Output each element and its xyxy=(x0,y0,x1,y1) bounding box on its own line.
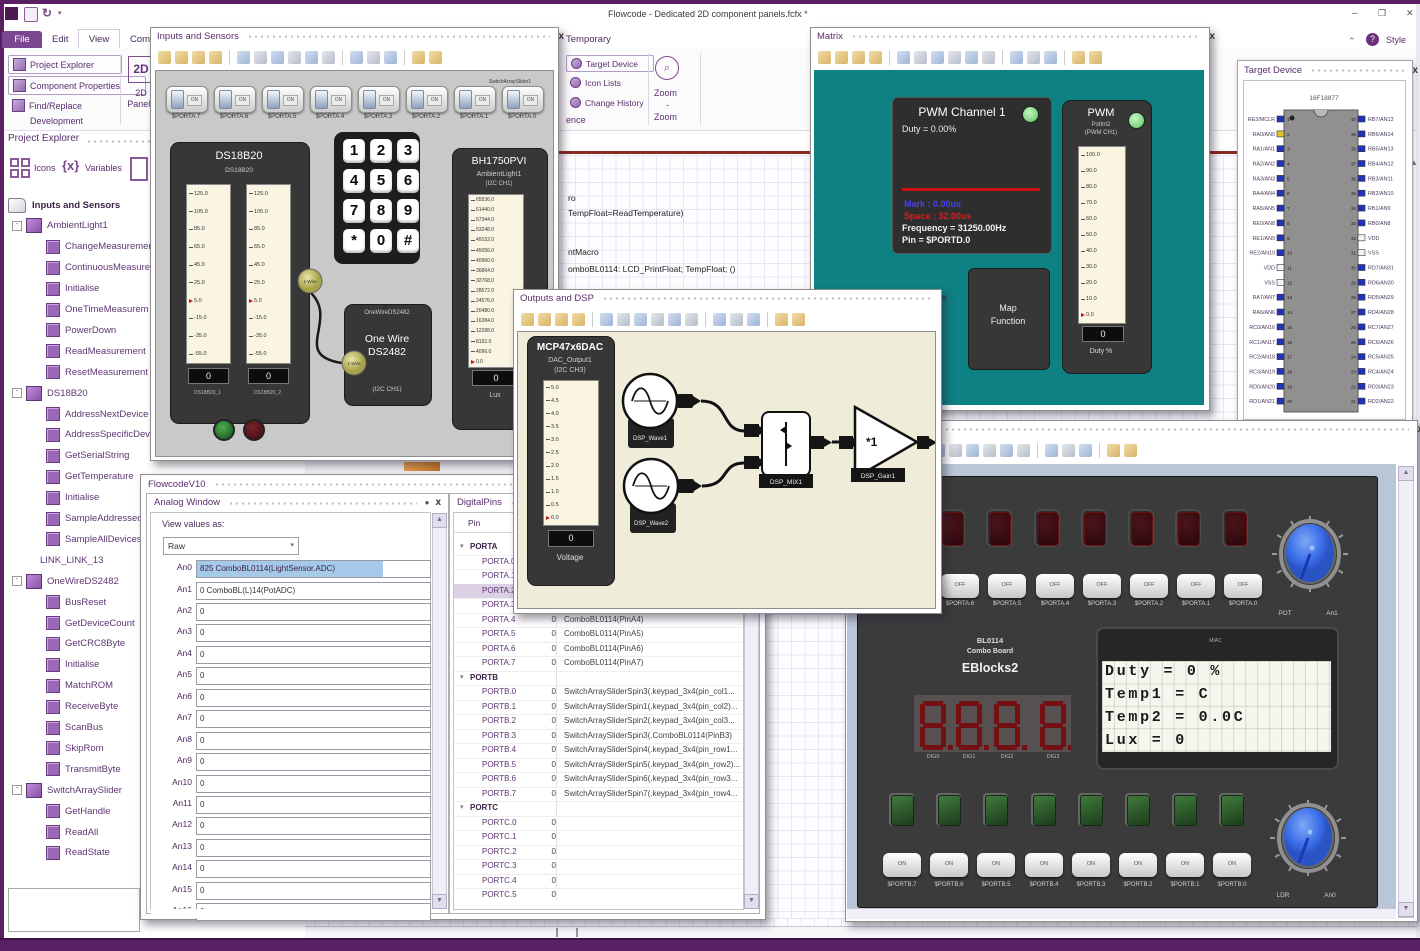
svg-text:35: 35 xyxy=(1351,191,1357,196)
svg-text:19: 19 xyxy=(1287,384,1293,389)
svg-text:RB6/AN14: RB6/AN14 xyxy=(1368,132,1393,138)
svg-text:VDD: VDD xyxy=(1368,236,1379,242)
svg-text:RA0/AN0: RA0/AN0 xyxy=(1253,132,1275,138)
svg-text:2: 2 xyxy=(1287,132,1290,137)
svg-text:23: 23 xyxy=(1351,369,1357,374)
svg-text:RD5/AN29: RD5/AN29 xyxy=(1368,295,1394,301)
svg-text:28: 28 xyxy=(1351,295,1357,300)
svg-text:RB3/AN11: RB3/AN11 xyxy=(1368,176,1393,182)
svg-text:16F18877: 16F18877 xyxy=(1309,95,1339,102)
svg-text:RD1/AN21: RD1/AN21 xyxy=(1249,399,1275,405)
svg-text:RB7/AN13: RB7/AN13 xyxy=(1368,117,1393,123)
svg-text:RD0/AN20: RD0/AN20 xyxy=(1249,384,1275,390)
svg-text:1-Wire: 1-Wire xyxy=(303,279,317,284)
svg-text:RD3/AN23: RD3/AN23 xyxy=(1368,384,1394,390)
svg-text:RC3/AN19: RC3/AN19 xyxy=(1249,369,1275,375)
svg-text:RD7/AN31: RD7/AN31 xyxy=(1368,266,1394,272)
svg-text:DSP_MIX1: DSP_MIX1 xyxy=(770,479,803,486)
svg-text:14: 14 xyxy=(1287,310,1293,315)
svg-text:RA1/AN1: RA1/AN1 xyxy=(1253,147,1275,153)
svg-text:37: 37 xyxy=(1351,162,1357,167)
svg-text:RB2/AN10: RB2/AN10 xyxy=(1368,191,1393,197)
svg-text:RC0/AN16: RC0/AN16 xyxy=(1249,325,1275,331)
svg-text:RB4/AN12: RB4/AN12 xyxy=(1368,162,1393,168)
svg-text:32: 32 xyxy=(1351,236,1357,241)
svg-text:RE0/AN8: RE0/AN8 xyxy=(1253,221,1275,227)
svg-text:DSP_Wave1: DSP_Wave1 xyxy=(633,436,668,442)
svg-text:1: 1 xyxy=(1287,117,1290,122)
svg-text:RA6/AN6: RA6/AN6 xyxy=(1253,310,1275,316)
svg-text:RA2/AN2: RA2/AN2 xyxy=(1253,162,1275,168)
svg-text:11: 11 xyxy=(1287,266,1292,271)
svg-text:15: 15 xyxy=(1287,325,1293,330)
svg-text:RC6/AN26: RC6/AN26 xyxy=(1368,340,1394,346)
svg-text:20: 20 xyxy=(1287,399,1293,404)
svg-text:5: 5 xyxy=(1287,176,1290,181)
svg-text:34: 34 xyxy=(1351,206,1357,211)
svg-text:DSP_Wave2: DSP_Wave2 xyxy=(634,521,669,527)
svg-text:DSP_Gain1: DSP_Gain1 xyxy=(861,473,896,480)
svg-text:RB5/AN13: RB5/AN13 xyxy=(1368,147,1393,153)
svg-text:VSS: VSS xyxy=(1264,280,1275,286)
svg-text:40: 40 xyxy=(1351,117,1357,122)
svg-text:RC4/AN24: RC4/AN24 xyxy=(1368,369,1394,375)
svg-text:24: 24 xyxy=(1351,355,1357,360)
svg-text:RA4/AN4: RA4/AN4 xyxy=(1253,191,1275,197)
svg-text:17: 17 xyxy=(1287,355,1293,360)
svg-text:6: 6 xyxy=(1287,191,1290,196)
svg-text:38: 38 xyxy=(1351,147,1357,152)
svg-text:18: 18 xyxy=(1287,369,1293,374)
svg-text:8: 8 xyxy=(1287,221,1290,226)
svg-text:VDD: VDD xyxy=(1264,266,1275,272)
svg-text:RA7/AN7: RA7/AN7 xyxy=(1253,295,1275,301)
svg-text:RE1/AN9: RE1/AN9 xyxy=(1253,236,1275,242)
svg-text:3: 3 xyxy=(1287,147,1290,152)
svg-text:12: 12 xyxy=(1287,280,1293,285)
svg-text:1-Wire: 1-Wire xyxy=(347,361,361,366)
svg-text:29: 29 xyxy=(1351,280,1357,285)
svg-text:9: 9 xyxy=(1287,236,1290,241)
svg-text:RB1/AN9: RB1/AN9 xyxy=(1368,206,1390,212)
svg-text:39: 39 xyxy=(1351,132,1357,137)
svg-text:26: 26 xyxy=(1351,325,1357,330)
svg-text:RD6/AN30: RD6/AN30 xyxy=(1368,280,1394,286)
svg-text:10: 10 xyxy=(1287,251,1293,256)
svg-text:RD4/AN28: RD4/AN28 xyxy=(1368,310,1394,316)
svg-text:VSS: VSS xyxy=(1368,251,1379,257)
svg-text:RC1/AN17: RC1/AN17 xyxy=(1249,340,1275,346)
svg-text:RE3/MCLR: RE3/MCLR xyxy=(1248,117,1275,123)
svg-text:RB0/AN8: RB0/AN8 xyxy=(1368,221,1390,227)
svg-text:7: 7 xyxy=(1287,206,1290,211)
svg-text:16: 16 xyxy=(1287,340,1293,345)
svg-text:RD2/AN22: RD2/AN22 xyxy=(1368,399,1394,405)
svg-text:4: 4 xyxy=(1287,162,1290,167)
svg-text:13: 13 xyxy=(1287,295,1293,300)
svg-text:21: 21 xyxy=(1351,399,1357,404)
svg-text:33: 33 xyxy=(1351,221,1357,226)
svg-text:30: 30 xyxy=(1351,266,1357,271)
svg-text:RA5/AN5: RA5/AN5 xyxy=(1253,206,1275,212)
svg-text:27: 27 xyxy=(1351,310,1357,315)
svg-text:RA3/AN3: RA3/AN3 xyxy=(1253,176,1275,182)
svg-text:RC7/AN27: RC7/AN27 xyxy=(1368,325,1394,331)
svg-text:36: 36 xyxy=(1351,176,1357,181)
svg-text:31: 31 xyxy=(1351,251,1357,256)
svg-text:22: 22 xyxy=(1351,384,1357,389)
svg-text:RC2/AN18: RC2/AN18 xyxy=(1249,355,1275,361)
svg-text:RE2/AN10: RE2/AN10 xyxy=(1250,251,1275,257)
svg-text:*1: *1 xyxy=(866,435,878,449)
svg-text:25: 25 xyxy=(1351,340,1357,345)
svg-text:RC5/AN25: RC5/AN25 xyxy=(1368,355,1394,361)
